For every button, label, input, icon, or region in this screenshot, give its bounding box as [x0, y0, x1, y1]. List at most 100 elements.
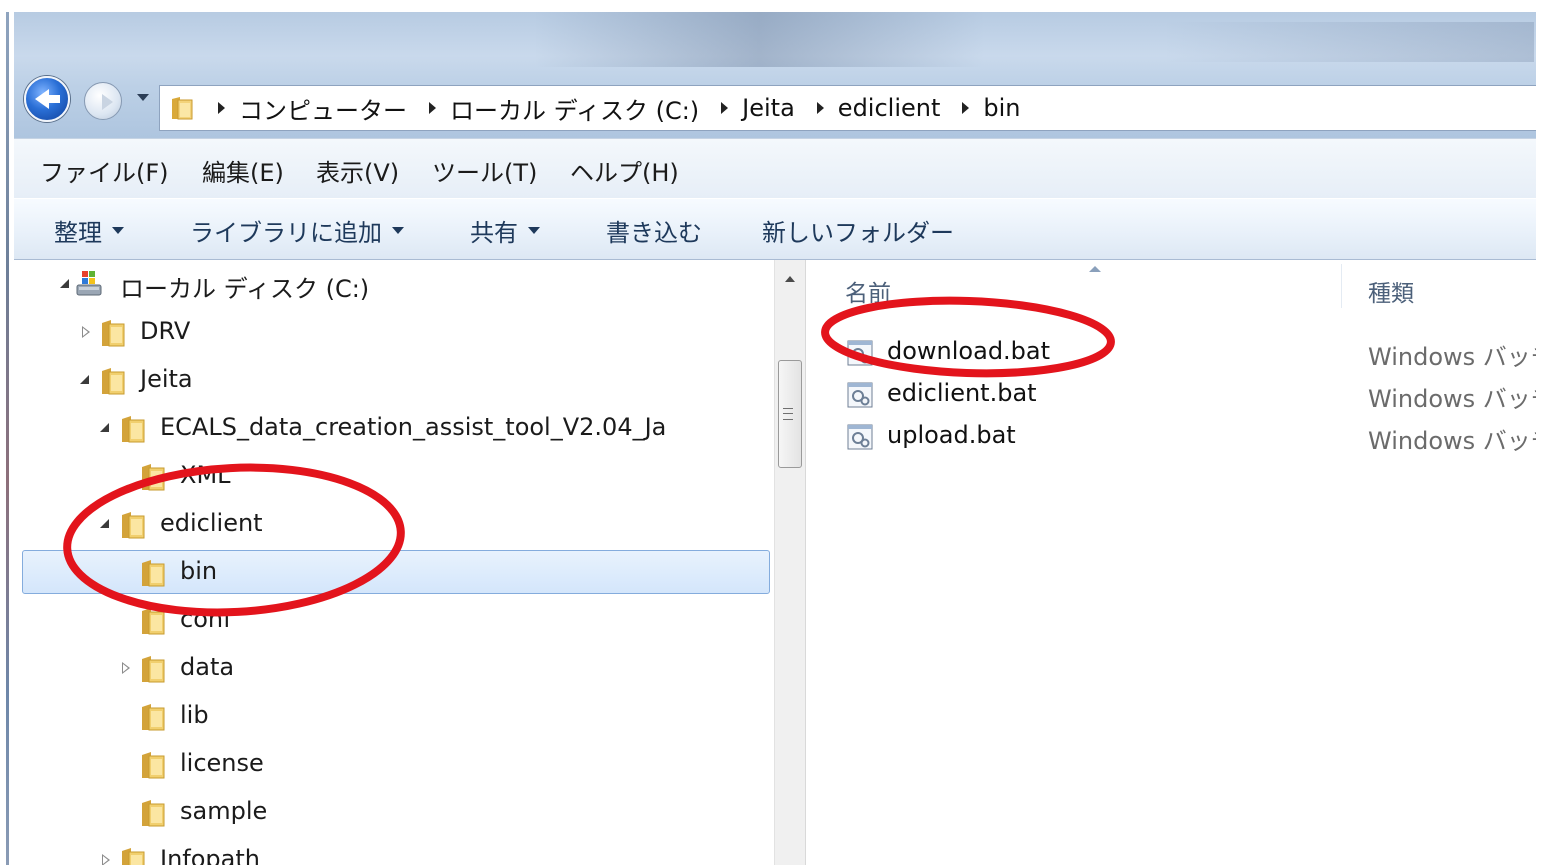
- command-bar: 整理 ライブラリに追加 共有 書き込む 新しいフォルダー: [14, 198, 1536, 260]
- expand-icon[interactable]: [122, 662, 131, 674]
- tree-item-label: DRV: [140, 317, 191, 345]
- file-name: ediclient.bat: [887, 379, 1037, 407]
- breadcrumb-separator-icon[interactable]: [218, 102, 225, 114]
- address-bar[interactable]: コンピューター ローカル ディスク (C:) Jeita ediclient b…: [159, 85, 1536, 131]
- navigation-scrollbar[interactable]: [774, 260, 806, 865]
- file-row-upload[interactable]: upload.bat Windows バッチ: [807, 416, 1536, 456]
- breadcrumb-local-disk[interactable]: ローカル ディスク (C:): [450, 91, 699, 126]
- organize-label: 整理: [54, 219, 102, 247]
- tree-item-label: ECALS_data_creation_assist_tool_V2.04_Ja: [160, 413, 667, 441]
- column-header-type[interactable]: 種類: [1368, 274, 1414, 308]
- burn-label: 書き込む: [606, 219, 702, 247]
- title-bar: コンピューター ローカル ディスク (C:) Jeita ediclient b…: [14, 12, 1536, 138]
- folder-icon: [142, 608, 165, 635]
- share-label: 共有: [470, 219, 518, 247]
- collapse-icon[interactable]: [100, 519, 109, 528]
- breadcrumb: コンピューター ローカル ディスク (C:) Jeita ediclient b…: [212, 86, 1021, 130]
- breadcrumb-jeita[interactable]: Jeita: [742, 94, 795, 122]
- tree-item-ecals-tool[interactable]: ECALS_data_creation_assist_tool_V2.04_Ja: [14, 406, 774, 452]
- explorer-window: コンピューター ローカル ディスク (C:) Jeita ediclient b…: [14, 12, 1536, 865]
- burn-button[interactable]: 書き込む: [606, 213, 702, 248]
- batch-file-icon: [847, 424, 873, 450]
- tree-item-label: Jeita: [140, 365, 193, 393]
- file-row-ediclient[interactable]: ediclient.bat Windows バッチ: [807, 374, 1536, 414]
- sort-ascending-icon: [1089, 266, 1101, 272]
- folder-icon: [102, 368, 125, 395]
- breadcrumb-separator-icon[interactable]: [429, 102, 436, 114]
- breadcrumb-bin[interactable]: bin: [983, 94, 1020, 122]
- tree-item-lib[interactable]: lib: [14, 694, 774, 740]
- breadcrumb-separator-icon[interactable]: [721, 102, 729, 114]
- tree-item-infopath[interactable]: Infopath: [14, 838, 774, 865]
- expand-icon[interactable]: [102, 854, 111, 865]
- add-to-library-label: ライブラリに追加: [190, 219, 382, 247]
- new-folder-button[interactable]: 新しいフォルダー: [762, 213, 954, 248]
- forward-button[interactable]: [84, 82, 122, 120]
- tree-item-label: data: [180, 653, 235, 681]
- file-list: 名前 種類 download.bat Windows バッチ ediclient…: [807, 260, 1536, 865]
- tree-item-jeita[interactable]: Jeita: [14, 358, 774, 404]
- collapse-icon[interactable]: [60, 279, 69, 288]
- breadcrumb-ediclient[interactable]: ediclient: [838, 94, 941, 122]
- folder-icon: [142, 560, 165, 587]
- tree-item-label: ローカル ディスク (C:): [120, 275, 370, 303]
- tree-item-xml[interactable]: XML: [14, 454, 774, 500]
- scroll-up-icon[interactable]: [785, 276, 795, 282]
- tree-item-local-disk[interactable]: ローカル ディスク (C:): [14, 262, 774, 308]
- folder-icon: [142, 464, 165, 491]
- share-button[interactable]: 共有: [470, 213, 540, 248]
- batch-file-icon: [847, 382, 873, 408]
- breadcrumb-separator-icon[interactable]: [962, 102, 970, 114]
- tree-item-label: ediclient: [160, 509, 263, 537]
- tree-item-bin[interactable]: bin: [14, 550, 774, 596]
- file-name: upload.bat: [887, 421, 1016, 449]
- folder-icon: [142, 656, 165, 683]
- tree-item-data[interactable]: data: [14, 646, 774, 692]
- batch-file-icon: [847, 340, 873, 366]
- tree-item-license[interactable]: license: [14, 742, 774, 788]
- tree-item-drv[interactable]: DRV: [14, 310, 774, 356]
- menu-tools[interactable]: ツール(T): [432, 153, 537, 188]
- folder-icon: [122, 848, 145, 865]
- menu-bar: ファイル(F) 編集(E) 表示(V) ツール(T) ヘルプ(H): [14, 138, 1536, 199]
- folder-icon: [102, 320, 125, 347]
- column-header-name[interactable]: 名前: [845, 274, 891, 308]
- breadcrumb-computer[interactable]: コンピューター: [239, 91, 407, 126]
- add-to-library-button[interactable]: ライブラリに追加: [190, 213, 404, 248]
- tree-item-label: sample: [180, 797, 268, 825]
- tree-item-label: Infopath: [160, 845, 260, 865]
- tree-item-conf[interactable]: conf: [14, 598, 774, 644]
- breadcrumb-separator-icon[interactable]: [816, 102, 824, 114]
- chevron-down-icon: [528, 227, 540, 234]
- chevron-down-icon: [392, 227, 404, 234]
- folder-icon: [122, 512, 145, 539]
- expand-icon[interactable]: [82, 326, 91, 338]
- file-type: Windows バッチ: [1368, 343, 1536, 371]
- collapse-icon[interactable]: [100, 423, 109, 432]
- organize-button[interactable]: 整理: [54, 213, 124, 248]
- menu-help[interactable]: ヘルプ(H): [570, 153, 679, 188]
- folder-icon: [122, 416, 145, 443]
- navigation-pane: ローカル ディスク (C:) DRV Jeita ECALS_data_crea…: [14, 260, 774, 865]
- file-type: Windows バッチ: [1368, 427, 1536, 455]
- menu-view[interactable]: 表示(V): [316, 153, 399, 188]
- folder-icon: [172, 97, 193, 120]
- menu-edit[interactable]: 編集(E): [202, 153, 284, 188]
- menu-file[interactable]: ファイル(F): [40, 153, 169, 188]
- tree-item-sample[interactable]: sample: [14, 790, 774, 836]
- recent-pages-dropdown[interactable]: [137, 94, 149, 101]
- grip-icon: [783, 408, 793, 420]
- background-edge: [0, 12, 14, 865]
- column-divider[interactable]: [1341, 264, 1342, 308]
- file-name: download.bat: [887, 337, 1051, 365]
- collapse-icon[interactable]: [80, 375, 89, 384]
- back-button[interactable]: [24, 76, 70, 122]
- tree-item-label: conf: [180, 605, 232, 633]
- file-row-download[interactable]: download.bat Windows バッチ: [807, 332, 1536, 372]
- tree-item-ediclient[interactable]: ediclient: [14, 502, 774, 548]
- tree-item-label: license: [180, 749, 264, 777]
- tree-item-label: lib: [180, 701, 209, 729]
- drive-icon: [76, 271, 102, 296]
- tree-item-label: bin: [180, 557, 218, 585]
- tree-item-label: XML: [180, 461, 231, 489]
